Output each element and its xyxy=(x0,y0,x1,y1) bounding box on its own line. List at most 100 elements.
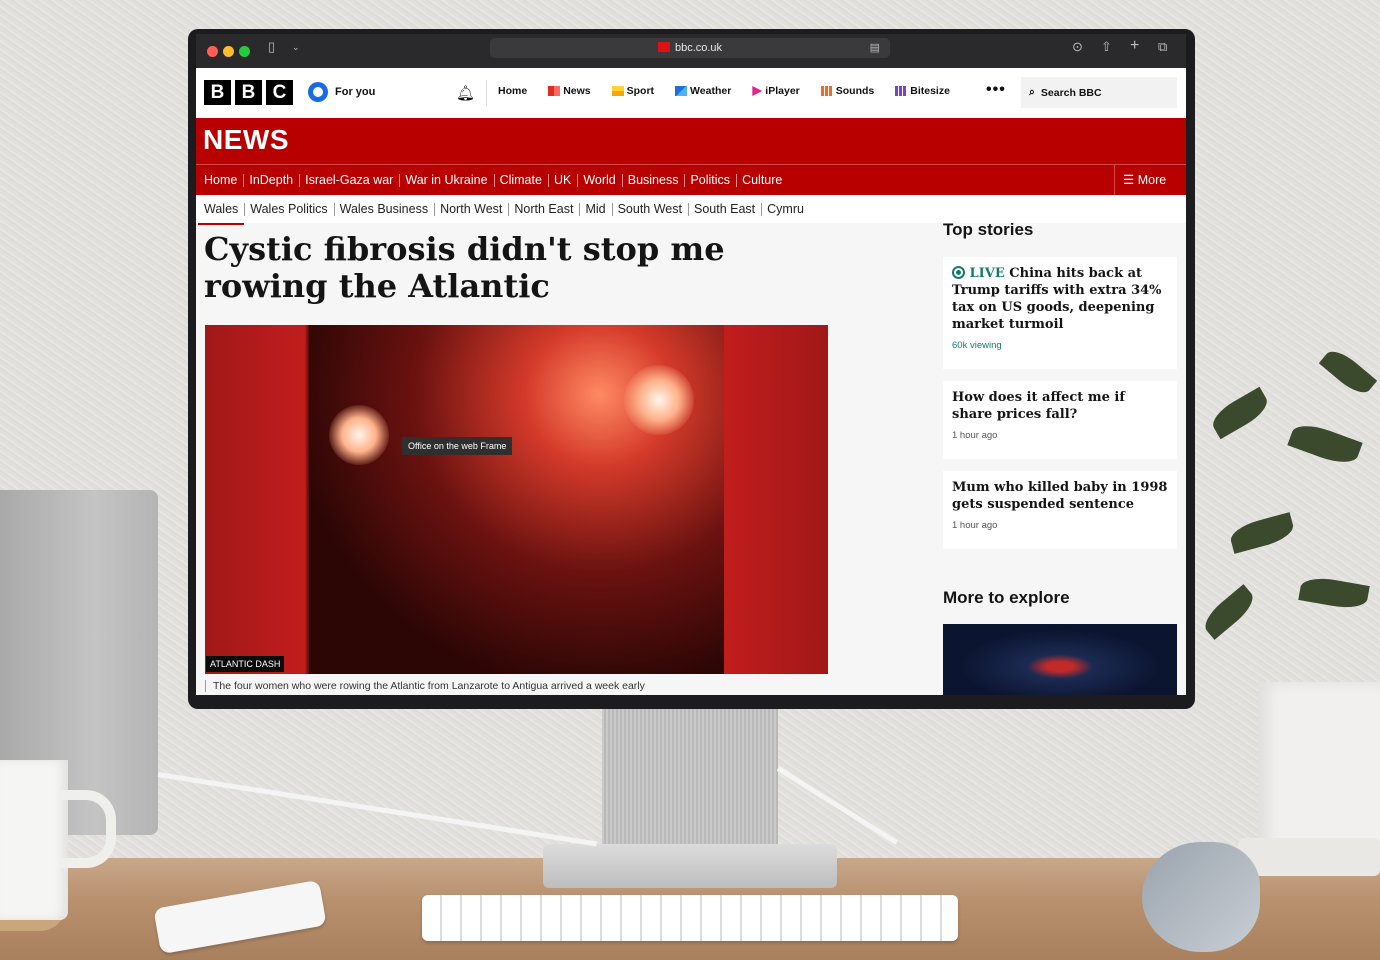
nav-link-label: iPlayer xyxy=(765,85,800,97)
news-logo[interactable]: NEWS xyxy=(203,124,289,156)
top-story-card[interactable]: Mum who killed baby in 1998 gets suspend… xyxy=(943,471,1177,549)
subsection-link[interactable]: North East xyxy=(508,195,579,225)
section-link[interactable]: Home xyxy=(198,165,243,198)
cable xyxy=(776,766,899,845)
bbc-nav-links: Home News Sport Weather iPlayer Sounds B… xyxy=(498,85,950,97)
nav-link-home[interactable]: Home xyxy=(498,85,527,97)
mouse xyxy=(1142,842,1260,952)
story-title: How does it affect me if share prices fa… xyxy=(952,390,1125,422)
more-sections-button[interactable]: ☰ More xyxy=(1114,165,1186,195)
new-tab-icon[interactable]: + xyxy=(1130,38,1139,54)
search-label: Search BBC xyxy=(1040,86,1102,99)
bbc-logo-block: B xyxy=(235,80,262,105)
news-section-nav: Home InDepth Israel-Gaza war War in Ukra… xyxy=(196,164,1186,198)
plant-leaf xyxy=(1207,386,1273,440)
image-tooltip: Office on the web Frame xyxy=(402,437,513,455)
top-stories-title: Top stories xyxy=(943,220,1034,239)
nav-link-label: Home xyxy=(498,85,528,97)
subsection-link[interactable]: Wales Business xyxy=(333,195,434,225)
top-story-card[interactable]: LIVE China hits back at Trump tariffs wi… xyxy=(943,257,1177,369)
section-link[interactable]: War in Ukraine xyxy=(399,165,493,198)
flare xyxy=(329,405,389,465)
subsection-link[interactable]: North West xyxy=(434,195,508,225)
sounds-icon xyxy=(820,86,833,96)
sidebar-icon[interactable]: ▯ xyxy=(268,40,275,54)
tabs-icon[interactable]: ⧉ xyxy=(1158,40,1167,54)
subsection-link[interactable]: Wales Politics xyxy=(244,195,333,225)
plant-leaf xyxy=(1199,584,1259,640)
nav-link-label: Sport xyxy=(626,85,655,97)
live-label: LIVE xyxy=(969,266,1005,281)
minimize-window-button[interactable] xyxy=(223,46,234,57)
news-banner: NEWS xyxy=(196,118,1186,164)
reader-icon[interactable]: ▤ xyxy=(870,38,880,58)
section-link-active[interactable]: UK xyxy=(547,165,578,198)
menu-icon: ☰ xyxy=(1123,173,1135,187)
weather-icon xyxy=(675,86,688,96)
close-window-button[interactable] xyxy=(207,46,218,57)
section-link[interactable]: Israel-Gaza war xyxy=(299,165,399,198)
subsection-link[interactable]: South West xyxy=(611,195,688,225)
nav-link-sounds[interactable]: Sounds xyxy=(820,85,875,97)
for-you-button[interactable]: For you xyxy=(308,82,375,102)
news-icon xyxy=(548,86,561,96)
nav-link-label: Weather xyxy=(690,85,732,97)
section-link[interactable]: Business xyxy=(621,165,685,198)
section-link[interactable]: Culture xyxy=(736,165,788,198)
bbc-page: B B C For you 🔔︎ Home News Sport Weather… xyxy=(196,68,1186,695)
subsection-link[interactable]: Mid xyxy=(579,195,611,225)
subsection-link-active[interactable]: Wales xyxy=(198,195,245,225)
account-icon xyxy=(308,82,328,102)
iplayer-icon xyxy=(752,86,763,96)
search-bbc-button[interactable]: ⌕ Search BBC xyxy=(1021,77,1177,108)
zoom-window-button[interactable] xyxy=(239,46,250,57)
nav-link-label: Bitesize xyxy=(910,85,950,97)
plant-leaf xyxy=(1227,512,1297,554)
section-link[interactable]: Politics xyxy=(684,165,736,198)
explore-image[interactable] xyxy=(943,624,1177,695)
plant-pot-base xyxy=(1238,838,1380,876)
search-icon: ⌕ xyxy=(1029,86,1035,98)
download-icon[interactable]: ⊙ xyxy=(1072,40,1083,54)
sport-icon xyxy=(611,86,624,96)
nav-link-sport[interactable]: Sport xyxy=(611,85,655,97)
monitor-stand-base xyxy=(543,844,837,888)
nav-link-news[interactable]: News xyxy=(548,85,591,97)
more-to-explore-title: More to explore xyxy=(943,588,1070,607)
image-credit: ATLANTIC DASH xyxy=(206,656,285,672)
flare xyxy=(624,365,694,435)
share-icon[interactable]: ⇧ xyxy=(1101,40,1112,54)
bell-icon[interactable]: 🔔︎ xyxy=(456,84,475,102)
bbc-logo[interactable]: B B C xyxy=(204,80,293,105)
subsection-link[interactable]: South East xyxy=(687,195,761,225)
news-subsection-nav: Wales Wales Politics Wales Business Nort… xyxy=(196,195,1186,225)
nav-link-iplayer[interactable]: iPlayer xyxy=(752,85,800,97)
story-meta: 60k viewing xyxy=(952,340,1002,351)
address-bar[interactable]: bbc.co.uk ▤ xyxy=(490,38,890,58)
nav-link-label: Sounds xyxy=(835,85,875,97)
chevron-down-icon[interactable]: ⌄ xyxy=(292,40,300,54)
top-story-card[interactable]: How does it affect me if share prices fa… xyxy=(943,381,1177,459)
bitesize-icon xyxy=(895,86,908,96)
bbc-favicon-icon xyxy=(657,42,670,52)
nav-link-bitesize[interactable]: Bitesize xyxy=(895,85,950,97)
section-link[interactable]: InDepth xyxy=(243,165,299,198)
bbc-top-nav: B B C For you 🔔︎ Home News Sport Weather… xyxy=(196,68,1186,118)
section-link[interactable]: World xyxy=(577,165,621,198)
cable xyxy=(157,772,597,847)
sidebar: Top stories LIVE China hits back at Trum… xyxy=(943,220,1178,695)
subsection-link[interactable]: Cymru xyxy=(761,195,810,225)
section-link[interactable]: Climate xyxy=(493,165,548,198)
plant-leaf xyxy=(1287,418,1363,470)
live-badge: LIVE xyxy=(952,266,1005,281)
live-icon xyxy=(952,266,965,279)
story-meta: 1 hour ago xyxy=(952,520,998,531)
rowers-photo xyxy=(309,325,724,674)
keyboard xyxy=(422,895,958,941)
nav-link-weather[interactable]: Weather xyxy=(675,85,731,97)
image-caption: The four women who were rowing the Atlan… xyxy=(205,680,645,692)
more-menu-button[interactable]: ••• xyxy=(986,81,1006,99)
monitor-stand xyxy=(602,708,778,860)
article-image[interactable]: Office on the web Frame ATLANTIC DASH xyxy=(205,325,828,674)
mug-handle xyxy=(60,790,116,868)
